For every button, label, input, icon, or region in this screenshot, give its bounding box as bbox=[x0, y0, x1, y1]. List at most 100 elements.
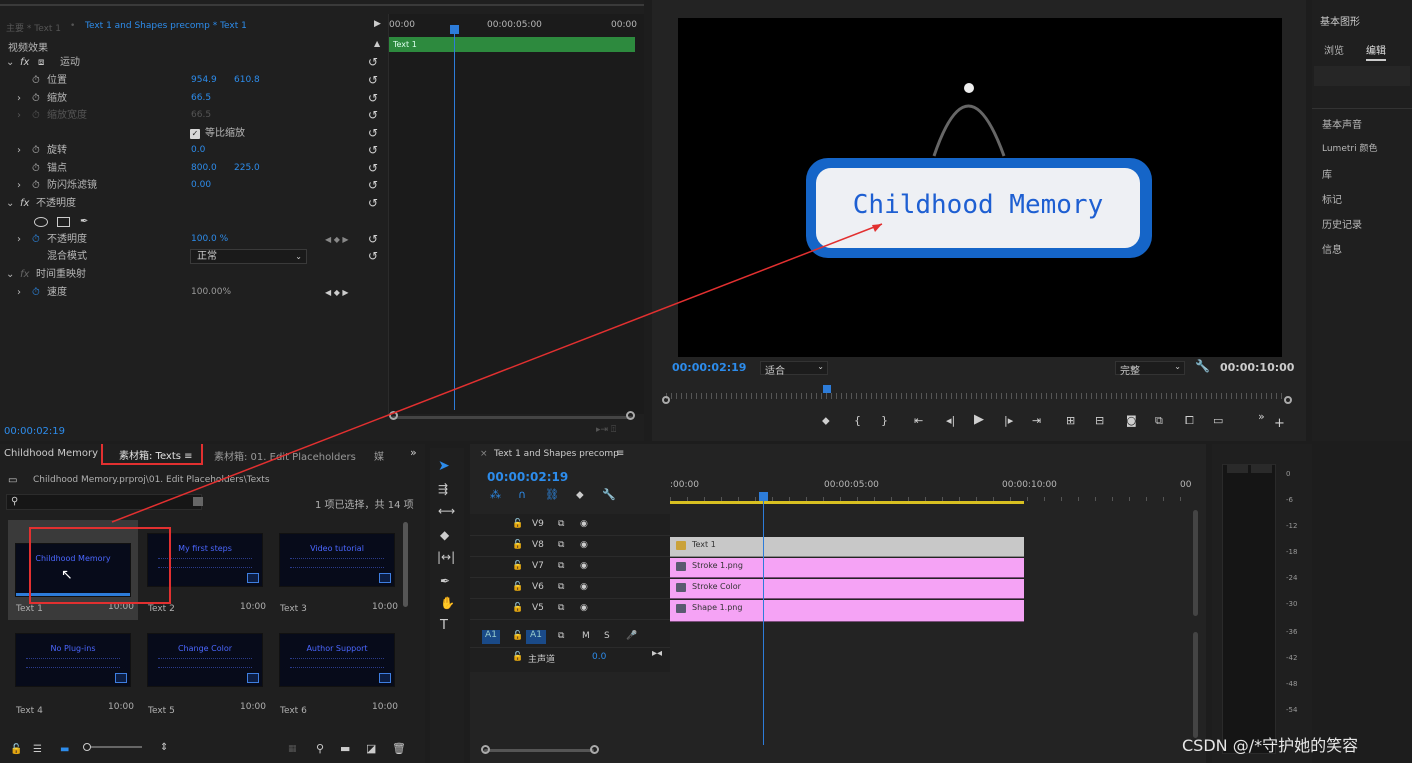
add-marker-icon[interactable]: ⬥ bbox=[576, 488, 584, 502]
stopwatch-icon[interactable]: ⏱ bbox=[32, 72, 40, 90]
nest-sequence-icon[interactable]: ⁂ bbox=[490, 488, 501, 501]
tab-master-clip[interactable]: 主要 * Text 1 bbox=[6, 21, 61, 34]
microphone-icon[interactable]: 🎤 bbox=[626, 631, 637, 641]
prop-scale[interactable]: › ⏱ 缩放 66.5 ↺ bbox=[0, 90, 388, 108]
eye-icon[interactable]: ◉ bbox=[580, 582, 588, 592]
extract-icon[interactable]: ⊟ bbox=[1095, 414, 1104, 427]
reset-icon[interactable]: ↺ bbox=[368, 54, 378, 72]
lock-track-icon[interactable]: 🔓 bbox=[512, 582, 523, 592]
eye-icon[interactable]: ◉ bbox=[580, 540, 588, 550]
fx-badge-icon[interactable]: fx bbox=[20, 266, 29, 284]
lock-track-icon[interactable]: 🔓 bbox=[512, 603, 523, 613]
menu-icon[interactable]: ≡ bbox=[616, 448, 624, 459]
expand-chevron-icon[interactable]: › bbox=[17, 142, 21, 160]
find-icon[interactable]: ⚲ bbox=[316, 742, 324, 755]
uniform-scale-checkbox[interactable]: ✓ bbox=[190, 129, 200, 139]
razor-tool-icon[interactable]: ◆ bbox=[440, 528, 449, 542]
hand-tool-icon[interactable]: ✋ bbox=[440, 596, 455, 610]
stopwatch-icon[interactable]: ⏱ bbox=[32, 177, 40, 195]
add-marker-icon[interactable]: ⬥ bbox=[822, 414, 830, 428]
compare-view-icon[interactable]: ⧉ bbox=[1155, 414, 1163, 428]
panel-markers[interactable]: 标记 bbox=[1322, 191, 1342, 206]
timeline-clip[interactable]: Shape 1.png bbox=[670, 600, 1024, 622]
type-tool-icon[interactable]: T bbox=[440, 618, 448, 633]
mark-out-icon[interactable]: } bbox=[881, 414, 888, 427]
panel-info[interactable]: 信息 bbox=[1322, 241, 1342, 256]
panel-libraries[interactable]: 库 bbox=[1322, 166, 1332, 181]
essential-graphics-title[interactable]: 基本图形 bbox=[1320, 13, 1360, 28]
selection-tool-icon[interactable]: ➤ bbox=[438, 458, 450, 474]
settings-wrench-icon[interactable]: 🔧 bbox=[602, 488, 616, 501]
playhead-marker[interactable] bbox=[450, 25, 459, 34]
reset-icon[interactable]: ↺ bbox=[368, 195, 378, 213]
reset-icon[interactable]: ↺ bbox=[368, 72, 378, 90]
export-frame-icon[interactable]: ▸⇥ ⍐ bbox=[596, 425, 616, 435]
timeline-playhead[interactable] bbox=[763, 497, 764, 745]
speed-value[interactable]: 100.00% bbox=[191, 284, 231, 302]
opacity-value[interactable]: 100.0 % bbox=[191, 231, 228, 249]
linked-selection-icon[interactable]: ⛓ bbox=[545, 488, 559, 501]
eye-icon[interactable]: ◉ bbox=[580, 603, 588, 613]
program-scrub-bar[interactable] bbox=[662, 385, 1292, 407]
prop-anti-flicker[interactable]: › ⏱ 防闪烁滤镜 0.00 ↺ bbox=[0, 177, 388, 195]
zoom-handle-right[interactable] bbox=[626, 411, 635, 420]
program-playhead[interactable] bbox=[823, 385, 831, 393]
video-tracks-scrollbar[interactable] bbox=[1193, 510, 1198, 616]
prop-opacity[interactable]: › ⏱ 不透明度 100.0 % ◀ ◆ ▶ ↺ bbox=[0, 231, 388, 249]
lock-track-icon[interactable]: 🔓 bbox=[512, 652, 523, 662]
stopwatch-icon[interactable]: ⏱ bbox=[32, 90, 40, 108]
pen-mask-icon[interactable]: ✒ bbox=[80, 213, 88, 231]
zoom-handle-right[interactable] bbox=[590, 745, 599, 754]
source-patch-a1[interactable]: A1 bbox=[482, 630, 500, 644]
keyframe-nav-icon[interactable]: ◀ ◆ ▶ bbox=[325, 284, 349, 302]
slip-tool-icon[interactable]: |↔| bbox=[437, 550, 455, 564]
stopwatch-icon[interactable]: ⏱ bbox=[32, 284, 40, 302]
snap-icon[interactable]: ∩ bbox=[518, 488, 526, 501]
audio-tracks-scrollbar[interactable] bbox=[1193, 632, 1198, 738]
anti-flicker-value[interactable]: 0.00 bbox=[191, 177, 211, 195]
sync-lock-icon[interactable]: ⧉ bbox=[558, 561, 564, 571]
rotation-value[interactable]: 0.0 bbox=[191, 142, 205, 160]
tab-media[interactable]: 媒 bbox=[374, 448, 384, 463]
panel-history[interactable]: 历史记录 bbox=[1322, 216, 1362, 231]
scale-value[interactable]: 66.5 bbox=[191, 90, 211, 108]
tab-project[interactable]: Childhood Memory bbox=[4, 448, 98, 459]
fx-badge-icon[interactable]: fx bbox=[20, 195, 29, 213]
sequence-tab[interactable]: Text 1 and Shapes precomp bbox=[494, 449, 619, 459]
prop-rotation[interactable]: › ⏱ 旋转 0.0 ↺ bbox=[0, 142, 388, 160]
rectangle-mask-icon[interactable] bbox=[57, 217, 70, 227]
pen-tool-icon[interactable]: ✒ bbox=[440, 574, 450, 588]
camera-icon[interactable]: ◙ bbox=[1126, 414, 1137, 427]
work-area-bar[interactable] bbox=[670, 501, 1024, 504]
eye-icon[interactable]: ◉ bbox=[580, 561, 588, 571]
new-bin-icon[interactable]: ▬ bbox=[340, 742, 350, 755]
mark-in-icon[interactable]: { bbox=[854, 414, 861, 427]
playhead-line[interactable] bbox=[454, 26, 455, 410]
track-header-v6[interactable]: 🔓 V6 ⧉ ◉ bbox=[470, 578, 670, 599]
vr-video-icon[interactable]: ⧠ bbox=[1185, 414, 1194, 428]
track-header-a1[interactable]: A1 🔓 A1 ⧉ M S 🎤 bbox=[470, 627, 670, 648]
stopwatch-icon[interactable]: ⏱ bbox=[32, 160, 40, 178]
position-y-value[interactable]: 610.8 bbox=[234, 72, 260, 90]
zoom-handle-left[interactable] bbox=[662, 396, 670, 404]
more-buttons-icon[interactable]: » bbox=[1258, 410, 1265, 423]
collapse-chevron-icon[interactable]: ⌄ bbox=[6, 195, 14, 213]
reset-icon[interactable]: ↺ bbox=[368, 231, 378, 249]
more-tabs-icon[interactable]: » bbox=[410, 446, 417, 459]
program-timecode[interactable]: 00:00:02:19 bbox=[672, 361, 746, 374]
track-target-a1[interactable]: A1 bbox=[526, 630, 546, 644]
automate-sequence-icon[interactable]: ▦ bbox=[288, 744, 297, 754]
panel-essential-sound[interactable]: 基本声音 bbox=[1322, 116, 1362, 131]
prop-speed[interactable]: › ⏱ 速度 100.00% ◀ ◆ ▶ bbox=[0, 284, 388, 302]
fx-badge-icon[interactable]: fx bbox=[20, 54, 29, 72]
wrench-icon[interactable]: 🔧 bbox=[1195, 359, 1210, 373]
expand-chevron-icon[interactable]: › bbox=[17, 231, 21, 249]
prop-anchor[interactable]: ⏱ 锚点 800.0 225.0 ↺ bbox=[0, 160, 388, 178]
go-to-in-icon[interactable]: ⇤ bbox=[914, 414, 923, 427]
scroll-up-icon[interactable]: ▲ bbox=[374, 39, 380, 48]
effect-zoom-scrollbar[interactable] bbox=[392, 416, 632, 419]
effect-clip-bar[interactable]: Text 1 bbox=[389, 37, 635, 52]
step-back-icon[interactable]: ◂| bbox=[946, 414, 955, 427]
sync-lock-icon[interactable]: ⧉ bbox=[558, 519, 564, 529]
add-button-icon[interactable]: + bbox=[1274, 416, 1285, 431]
